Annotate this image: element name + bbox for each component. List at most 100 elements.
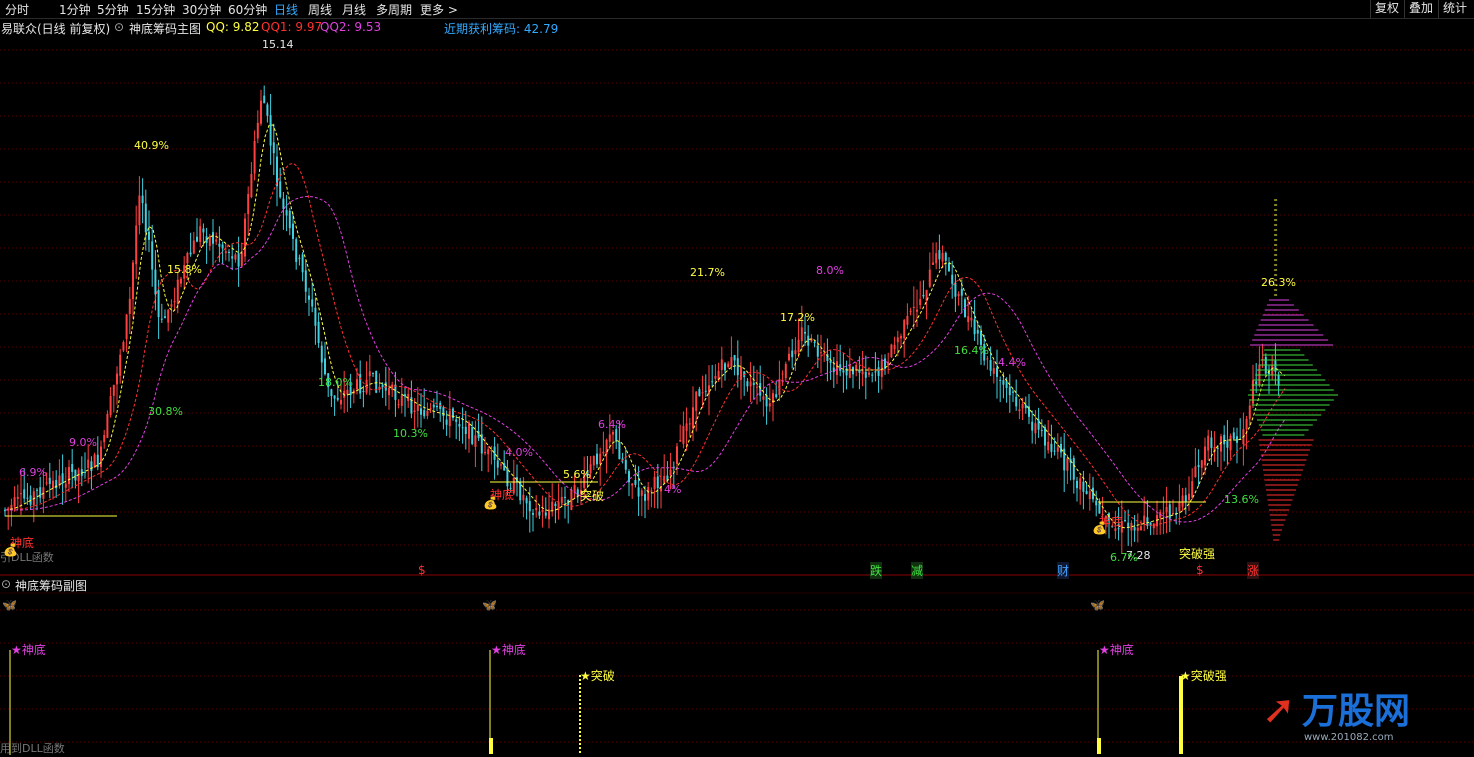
candle-body	[394, 384, 397, 400]
candle-body	[701, 392, 704, 394]
candle-body	[954, 282, 957, 297]
candle-body	[570, 489, 573, 510]
candle-body	[308, 295, 310, 300]
candle-body	[951, 274, 954, 284]
sub-indicator-menu-icon[interactable]: ⊙	[1, 577, 11, 591]
bottom-tag: 减	[911, 562, 924, 579]
candle-body	[861, 371, 864, 375]
candle-body	[359, 374, 362, 394]
candle-body	[1018, 409, 1021, 412]
candle-body	[682, 426, 685, 444]
candle-body	[135, 225, 138, 265]
candle-body	[68, 466, 70, 485]
candle-body	[186, 252, 189, 264]
candle-body	[762, 396, 765, 400]
candle-body	[436, 405, 438, 408]
candle-body	[560, 496, 563, 503]
candle-body	[688, 423, 691, 425]
candle-body	[330, 389, 333, 397]
candle-body	[1079, 478, 1082, 490]
candle-body	[1200, 460, 1203, 468]
candle-body	[538, 511, 541, 516]
candle-body	[372, 372, 374, 374]
candle-body	[144, 203, 147, 233]
candle-body	[976, 329, 979, 334]
candle-body	[288, 210, 291, 229]
candle-body	[730, 357, 733, 367]
pct-label: 17.2%	[780, 311, 815, 324]
candle-body	[500, 464, 502, 466]
signal-label: 突破强	[1179, 547, 1216, 561]
candle-body	[173, 300, 176, 303]
candle-body	[1095, 500, 1098, 506]
kline-chart[interactable]	[0, 0, 1474, 757]
candle-body	[573, 484, 576, 493]
candle-body	[1229, 435, 1232, 451]
candle-body	[119, 354, 122, 376]
sub-chart-header: ⊙ 神底筹码副图	[0, 577, 1474, 593]
sub-indicator-name[interactable]: 神底筹码副图	[15, 577, 87, 594]
candle-body	[1149, 522, 1152, 525]
pct-label: 5.6%	[563, 468, 591, 481]
candle-body	[1076, 480, 1078, 489]
candle-body	[1216, 447, 1219, 449]
pct-label: 26.3%	[1261, 276, 1296, 289]
candle-body	[877, 367, 880, 376]
signal-bar	[489, 738, 493, 754]
candle-body	[71, 464, 74, 472]
candle-body	[90, 461, 93, 471]
candle-body	[215, 239, 218, 242]
candle-body	[704, 390, 707, 392]
candle-body	[813, 341, 816, 343]
signal-label: 突破	[580, 489, 605, 503]
butterfly-icon: 🦋	[482, 598, 497, 612]
candle-body	[900, 336, 902, 339]
candle-body	[532, 513, 534, 515]
candle-body	[356, 379, 358, 390]
candle-body	[461, 427, 464, 429]
candle-body	[608, 434, 611, 442]
candle-body	[314, 307, 317, 326]
candle-body	[842, 370, 845, 373]
candle-body	[967, 316, 970, 323]
candle-body	[429, 408, 432, 410]
candle-body	[759, 383, 762, 396]
candle-body	[84, 472, 86, 474]
pct-label: 8.0%	[816, 264, 844, 277]
bottom-tag: 财	[1057, 562, 1070, 579]
candle-body	[269, 115, 272, 146]
candle-body	[13, 497, 16, 507]
candle-body	[311, 299, 314, 307]
candle-body	[212, 232, 214, 244]
candle-body	[1053, 450, 1056, 452]
candle-body	[170, 304, 173, 307]
candle-body	[628, 471, 630, 483]
candle-body	[640, 490, 643, 496]
candle-body	[157, 290, 160, 318]
pct-label: 15.8%	[167, 263, 202, 276]
candle-body	[61, 473, 64, 484]
candle-body	[948, 262, 950, 272]
candle-body	[455, 419, 458, 422]
pct-label: 4%	[664, 483, 682, 496]
candle-body	[237, 253, 240, 267]
candle-body	[487, 449, 490, 455]
candle-body	[650, 490, 653, 492]
candle-body	[109, 396, 112, 416]
candle-body	[493, 446, 496, 460]
candle-body	[1133, 527, 1136, 531]
candle-body	[39, 487, 42, 498]
pct-label: 6.4%	[598, 418, 626, 431]
candle-body	[858, 369, 861, 373]
candle-body	[733, 355, 736, 361]
pct-label: 10.3%	[393, 427, 428, 440]
candle-body	[890, 344, 893, 358]
logo-arrow-icon: ➚	[1262, 687, 1296, 733]
pct-label: 16.4%	[954, 344, 989, 357]
pct-label: 18.0%	[318, 376, 353, 389]
candle-body	[999, 379, 1002, 381]
candle-body	[250, 173, 253, 198]
candle-body	[317, 321, 320, 343]
candle-body	[1037, 419, 1040, 430]
candle-body	[404, 394, 406, 397]
